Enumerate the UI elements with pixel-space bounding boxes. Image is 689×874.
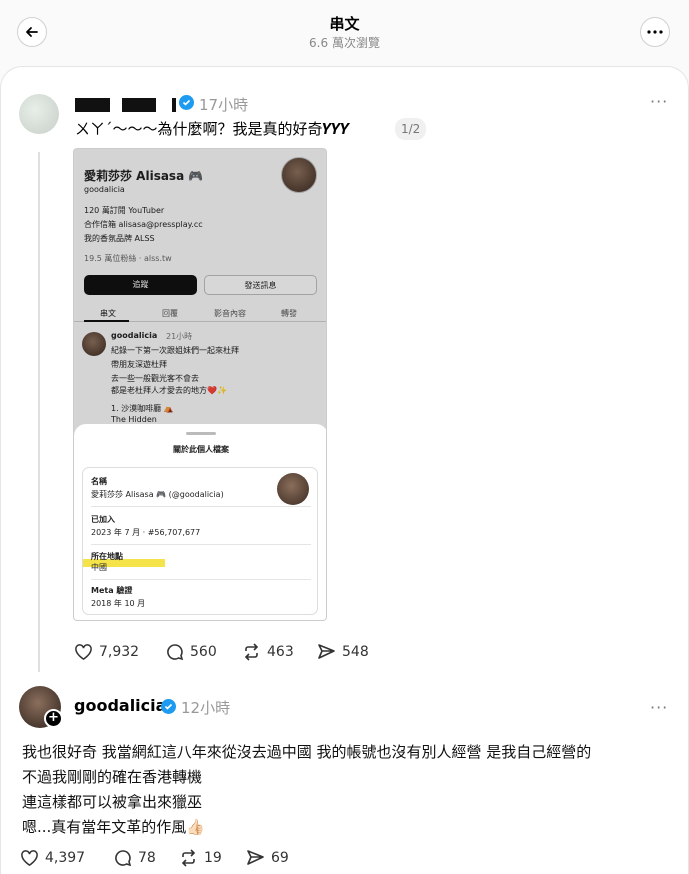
repost-button[interactable]: 463 <box>242 643 294 661</box>
page-indicator: 1/2 <box>395 118 427 140</box>
meta-label: Meta 驗證 <box>91 586 133 595</box>
post-line: 不過我剛剛的確在香港轉機 <box>22 768 203 786</box>
post-more-button[interactable]: ··· <box>650 698 668 717</box>
about-avatar <box>277 473 309 505</box>
share-count: 548 <box>342 644 369 660</box>
joined-value: 2023 年 7 月 · #56,707,677 <box>91 528 201 537</box>
share-count: 69 <box>271 850 289 866</box>
verified-icon <box>161 699 176 714</box>
like-button[interactable]: 7,932 <box>74 643 139 661</box>
redacted-username <box>172 98 176 112</box>
verified-icon <box>179 95 194 110</box>
thread-line <box>38 152 40 672</box>
heart-icon <box>75 644 92 661</box>
about-details: 名稱 愛莉莎莎 Alisasa 🎮 (@goodalicia) 已加入 2023… <box>82 467 318 615</box>
heart-icon <box>21 850 38 867</box>
more-options-button[interactable] <box>640 17 670 47</box>
repost-icon <box>244 643 259 661</box>
like-count: 7,932 <box>99 644 140 660</box>
share-icon <box>247 850 264 865</box>
username[interactable]: goodalicia <box>74 696 166 715</box>
post-time: 17小時 <box>199 96 249 114</box>
redacted-username <box>122 98 156 112</box>
plus-icon[interactable]: + <box>44 709 63 728</box>
comment-button[interactable]: 560 <box>166 643 217 661</box>
location-label: 所在地點 <box>91 552 123 561</box>
share-button[interactable]: 69 <box>246 849 289 867</box>
comment-count: 560 <box>190 644 217 660</box>
divider <box>91 544 311 545</box>
divider <box>91 506 311 507</box>
post-line: 我也很好奇 我當網紅這八年來從沒去過中國 我的帳號也沒有別人經營 是我自己經營的 <box>22 743 592 761</box>
more-icon <box>647 30 663 34</box>
repost-button[interactable]: 19 <box>179 849 222 867</box>
post-text: ㄨㄚˊ～～～為什麼啊？我是真的好奇𝒀𝒀𝒀 <box>75 120 350 138</box>
name-value: 愛莉莎莎 Alisasa 🎮 (@goodalicia) <box>91 490 224 499</box>
sheet-title: 關於此個人檔案 <box>173 445 229 454</box>
meta-value: 2018 年 10 月 <box>91 599 146 608</box>
view-count: 6.6 萬次瀏覽 <box>309 36 380 50</box>
comment-icon <box>167 644 184 661</box>
avatar[interactable] <box>19 94 59 134</box>
comment-count: 78 <box>138 850 156 866</box>
name-label: 名稱 <box>91 477 107 486</box>
about-profile-sheet: 關於此個人檔案 名稱 愛莉莎莎 Alisasa 🎮 (@goodalicia) … <box>74 424 326 620</box>
top-bar: 串文 6.6 萬次瀏覽 <box>0 0 689 64</box>
like-count: 4,397 <box>45 850 86 866</box>
post-line: 連這樣都可以被拿出來獵巫 <box>22 793 203 811</box>
repost-count: 19 <box>204 850 222 866</box>
comment-icon <box>115 850 132 867</box>
redacted-username <box>75 98 110 112</box>
share-icon <box>318 644 335 659</box>
comment-button[interactable]: 78 <box>114 849 156 867</box>
post-more-button[interactable]: ··· <box>650 92 668 111</box>
share-button[interactable]: 548 <box>317 643 369 661</box>
post-time: 12小時 <box>181 699 231 717</box>
sheet-handle <box>186 432 216 435</box>
location-value: 中國 <box>91 563 107 572</box>
attached-image[interactable]: 愛莉莎莎 Alisasa 🎮 goodalicia 120 萬訂閱 YouTub… <box>73 148 327 621</box>
divider <box>91 579 311 580</box>
repost-count: 463 <box>267 644 294 660</box>
like-button[interactable]: 4,397 <box>20 849 85 867</box>
joined-label: 已加入 <box>91 515 115 524</box>
repost-icon <box>181 849 196 867</box>
post-line: 嗯...真有當年文革的作風👍🏻 <box>22 818 205 836</box>
page-title: 串文 <box>329 15 360 33</box>
